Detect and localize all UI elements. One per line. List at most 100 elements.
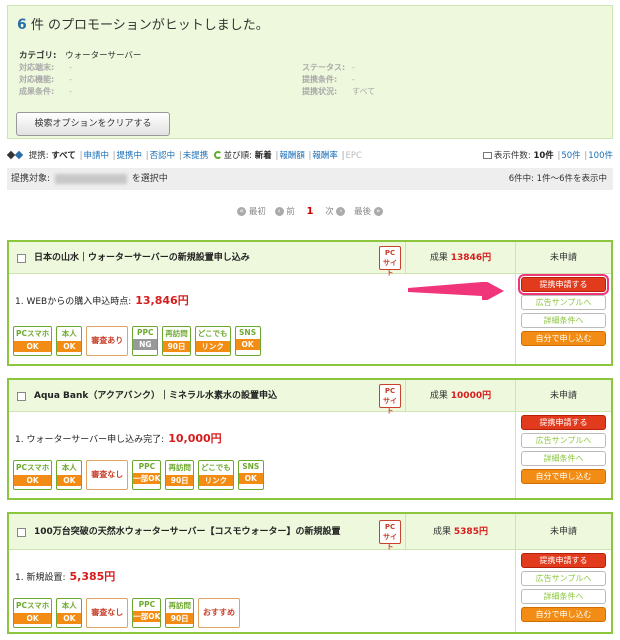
target-bar: 提携対象: を選択中 6件中: 1件〜6件を表示中 bbox=[7, 168, 613, 190]
status-column: 未申請 提携申請する 広告サンプルへ 詳細条件へ 自分で申し込む bbox=[515, 514, 611, 632]
pager-first[interactable]: « 最初 bbox=[237, 207, 266, 217]
affiliation-rejected-link[interactable]: 否認中 bbox=[150, 151, 176, 161]
result-condition: 1. WEBからの購入申込時点: 13,846円 bbox=[15, 292, 189, 308]
promotion-title[interactable]: Aqua Bank（アクアバンク）｜ミネラル水素水の設置申込 bbox=[34, 390, 277, 403]
pager-prev-label: 前 bbox=[286, 207, 295, 217]
pc-site-badge: PC サイト bbox=[379, 246, 401, 277]
pc-badge-line1: PC bbox=[384, 523, 396, 531]
result-condition-label: 成果条件: bbox=[19, 87, 55, 96]
partner-state-value: すべて bbox=[352, 87, 376, 96]
category-label: カテゴリ: bbox=[19, 51, 57, 61]
sort-reward-amount-link[interactable]: 報酬額 bbox=[279, 151, 305, 161]
affiliation-none-link[interactable]: 未提携 bbox=[183, 151, 209, 161]
reward-cell: 成果 10000円 bbox=[405, 380, 515, 412]
apply-partnership-button[interactable]: 提携申請する bbox=[521, 553, 606, 568]
result-heading-text: 件 のプロモーションがヒットしました。 bbox=[30, 18, 269, 33]
affiliation-active-link[interactable]: 提携中 bbox=[117, 151, 143, 161]
tag-self: 本人 OK bbox=[56, 598, 83, 628]
per-page-50-link[interactable]: 50件 bbox=[561, 151, 580, 161]
application-status: 未申請 bbox=[516, 514, 611, 550]
affiliation-applying-link[interactable]: 申請中 bbox=[83, 151, 109, 161]
per-page-100-link[interactable]: 100件 bbox=[588, 151, 613, 161]
detail-conditions-button[interactable]: 詳細条件へ bbox=[521, 451, 606, 466]
self-apply-button[interactable]: 自分で申し込む bbox=[521, 469, 606, 484]
reward-label: 成果 bbox=[433, 527, 452, 537]
filter-criteria-right: ステータス: - 提携条件: - 提携状況: すべて bbox=[302, 62, 375, 98]
filter-criteria-left: 対応端末: - 対応機能: - 成果条件: - bbox=[19, 62, 72, 98]
reward-value: 5385円 bbox=[453, 527, 488, 537]
partner-condition-label: 提携条件: bbox=[302, 75, 338, 84]
result-count-heading: 6 件 のプロモーションがヒットしました。 bbox=[17, 14, 269, 33]
filter-bar: 提携: すべて |申請中 |提携中 |否認中 |未提携 並び順: 新着 |報酬額… bbox=[6, 149, 613, 163]
pager-next-label: 次 bbox=[325, 207, 334, 217]
redacted-site-name bbox=[54, 173, 127, 184]
feature-label: 対応機能: bbox=[19, 75, 55, 84]
reward-cell: 成果 13846円 bbox=[405, 242, 515, 274]
tag-revisit: 再訪問 90日 bbox=[165, 598, 194, 628]
ad-sample-button[interactable]: 広告サンプルへ bbox=[521, 295, 606, 310]
select-checkbox[interactable] bbox=[17, 527, 26, 537]
tag-revisit: 再訪問 90日 bbox=[162, 326, 191, 356]
promotion-title[interactable]: 100万台突破の天然水ウォーターサーバー【コスモウォーター】の新規設置 bbox=[34, 526, 341, 539]
condition-amount: 13,846円 bbox=[135, 294, 189, 307]
per-page-selector: 表示件数: 10件 |50件 |100件 bbox=[482, 149, 613, 161]
card-title: Aqua Bank（アクアバンク）｜ミネラル水素水の設置申込 bbox=[17, 380, 377, 412]
category-row: カテゴリ: ウォーターサーバー bbox=[19, 49, 141, 61]
condition-amount: 5,385円 bbox=[69, 570, 116, 583]
affiliation-all-link[interactable]: すべて bbox=[51, 151, 76, 161]
affiliation-label: 提携: bbox=[28, 151, 49, 161]
tag-self: 本人 OK bbox=[56, 460, 83, 490]
result-condition-value: - bbox=[69, 87, 72, 96]
reward-value: 10000円 bbox=[450, 391, 492, 401]
application-status: 未申請 bbox=[516, 380, 611, 412]
partner-state-label: 提携状況: bbox=[302, 87, 338, 96]
promotion-card: 100万台突破の天然水ウォーターサーバー【コスモウォーター】の新規設置 PC サイ… bbox=[7, 512, 613, 634]
self-apply-button[interactable]: 自分で申し込む bbox=[521, 331, 606, 346]
target-suffix: を選択中 bbox=[131, 174, 168, 184]
tag-device: PCスマホ OK bbox=[13, 598, 53, 628]
tag-ppc: PPC 一部OK bbox=[132, 598, 162, 628]
apply-partnership-button[interactable]: 提携申請する bbox=[521, 415, 606, 430]
detail-conditions-button[interactable]: 詳細条件へ bbox=[521, 589, 606, 604]
pager-first-label: 最初 bbox=[248, 207, 266, 217]
pc-badge-line2: サイト bbox=[383, 533, 397, 551]
list-icon bbox=[482, 152, 492, 159]
promotion-title[interactable]: 日本の山水｜ウォーターサーバーの新規設置申し込み bbox=[34, 252, 250, 265]
pager-prev[interactable]: ‹ 前 bbox=[274, 207, 295, 217]
category-value: ウォーターサーバー bbox=[65, 51, 142, 61]
feature-tags: PCスマホ OK 本人 OK 審査なし PPC 一部OK 再訪問 90日 どこでも リンク… bbox=[13, 460, 268, 490]
select-checkbox[interactable] bbox=[17, 391, 26, 401]
result-condition: 1. 新規設置: 5,385円 bbox=[15, 568, 115, 584]
tag-review: 審査なし bbox=[86, 598, 129, 628]
sort-epc-link[interactable]: EPC bbox=[346, 151, 362, 161]
application-status: 未申請 bbox=[516, 242, 611, 274]
per-page-10-link[interactable]: 10件 bbox=[533, 151, 553, 161]
pc-badge-line1: PC bbox=[384, 387, 396, 395]
pager-next[interactable]: 次 › bbox=[325, 207, 346, 217]
pc-badge-line1: PC bbox=[384, 249, 396, 257]
condition-text: 1. ウォーターサーバー申し込み完了: bbox=[15, 435, 165, 445]
reward-value: 13846円 bbox=[450, 253, 492, 263]
self-apply-button[interactable]: 自分で申し込む bbox=[521, 607, 606, 622]
pager-last[interactable]: 最後 » bbox=[354, 207, 383, 217]
sort-newest-link[interactable]: 新着 bbox=[255, 151, 272, 161]
reward-cell: 成果 5385円 bbox=[405, 514, 515, 550]
apply-partnership-button[interactable]: 提携申請する bbox=[518, 274, 609, 295]
device-value: - bbox=[69, 63, 72, 72]
device-label: 対応端末: bbox=[19, 63, 55, 72]
detail-conditions-button[interactable]: 詳細条件へ bbox=[521, 313, 606, 328]
ad-sample-button[interactable]: 広告サンプルへ bbox=[521, 571, 606, 586]
status-column: 未申請 提携申請する 広告サンプルへ 詳細条件へ 自分で申し込む bbox=[515, 242, 611, 364]
result-condition: 1. ウォーターサーバー申し込み完了: 10,000円 bbox=[15, 430, 222, 446]
clear-search-options-button[interactable]: 検索オプションをクリアする bbox=[16, 112, 170, 136]
last-page-icon: » bbox=[373, 207, 383, 216]
ad-sample-button[interactable]: 広告サンプルへ bbox=[521, 433, 606, 448]
tag-device: PCスマホ OK bbox=[13, 326, 53, 356]
tag-revisit: 再訪問 90日 bbox=[165, 460, 194, 490]
sort-reward-rate-link[interactable]: 報酬率 bbox=[312, 151, 338, 161]
result-count: 6 bbox=[17, 17, 27, 33]
select-checkbox[interactable] bbox=[17, 253, 26, 263]
pointer-arrow-icon bbox=[408, 282, 504, 300]
pager-current: 1 bbox=[306, 206, 314, 217]
feature-tags: PCスマホ OK 本人 OK 審査なし PPC 一部OK 再訪問 90日 おすすめ bbox=[13, 598, 244, 628]
